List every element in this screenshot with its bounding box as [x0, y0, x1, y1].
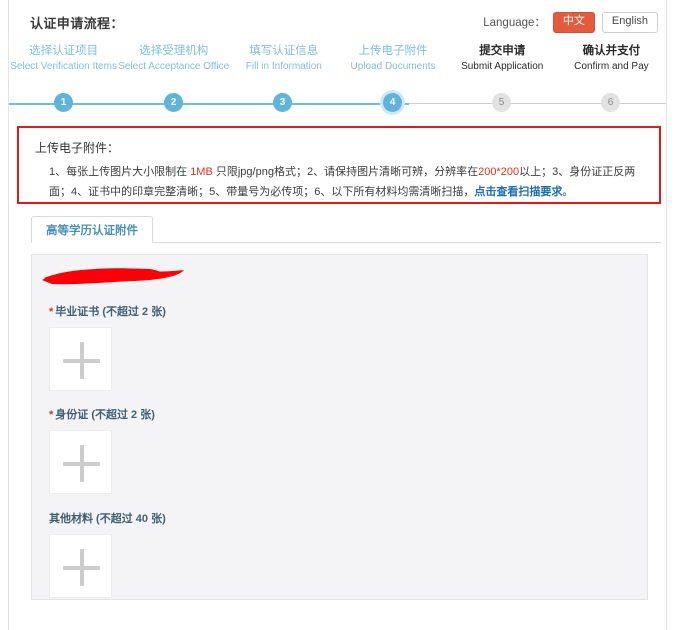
redaction-scribble [42, 268, 184, 285]
required-asterisk-diploma: * [49, 306, 54, 318]
step-6[interactable]: 确认并支付 Confirm and Pay [557, 44, 666, 74]
step-1-label-cn: 选择认证项目 [29, 45, 99, 57]
step-3[interactable]: 填写认证信息 Fill in Information [229, 44, 338, 74]
notice-title: 上传电子附件： [35, 141, 120, 155]
upload-field-id-card-text: 身份证 (不超过 2 张) [55, 409, 155, 421]
notice-seg-2: 只限jpg/png格式；2、请保持图片清晰可辨，分辨率在 [212, 166, 479, 178]
stepper-bullet-5[interactable]: 5 [492, 93, 511, 112]
step-4-label-en: Upload Documents [350, 61, 436, 72]
upload-field-id-card-label: * 身份证 (不超过 2 张) [49, 406, 155, 422]
upload-field-id-card: * 身份证 (不超过 2 张) [49, 406, 155, 494]
stepper-bullet-4[interactable]: 4 [383, 93, 402, 112]
upload-field-diploma-label: * 毕业证书 (不超过 2 张) [49, 303, 166, 319]
step-6-label-en: Confirm and Pay [574, 61, 649, 72]
page-right-rule [666, 0, 667, 630]
stepper-track: 1 2 3 4 5 6 [9, 93, 666, 113]
language-label: Language： [483, 17, 546, 30]
step-1-label-en: Select Verification Items [10, 61, 117, 72]
step-6-label-cn: 确认并支付 [582, 45, 641, 57]
scan-requirements-link[interactable]: 点击查看扫描要求 [474, 186, 562, 198]
step-3-label-en: Fill in Information [245, 61, 322, 72]
upload-panel: * 毕业证书 (不超过 2 张) * 身份证 (不超过 2 张) 其他材料 (不超过… [31, 254, 648, 600]
stepper-track-remaining [409, 103, 666, 104]
notice-seg-4: 。 [562, 186, 574, 198]
progress-stepper: 选择认证项目 Select Verification Items 选择受理机构 … [9, 44, 666, 113]
language-button-chinese[interactable]: 中文 [552, 12, 595, 33]
plus-icon-id-card-v [79, 445, 84, 482]
page-header: 认证申请流程： Language： 中文 English [9, 0, 666, 42]
upload-field-other-materials-label: 其他材料 (不超过 40 张) [49, 513, 166, 525]
step-5-label-en: Submit Application [461, 61, 544, 72]
step-1[interactable]: 选择认证项目 Select Verification Items [9, 44, 118, 74]
upload-field-other-materials: 其他材料 (不超过 40 张) [49, 510, 166, 598]
step-2-label-cn: 选择受理机构 [139, 45, 209, 57]
step-5[interactable]: 提交申请 Submit Application [448, 44, 557, 74]
page-root: 认证申请流程： Language： 中文 English 选择认证项目 Sele… [0, 0, 675, 630]
upload-box-diploma[interactable] [49, 327, 112, 391]
stepper-bullet-6[interactable]: 6 [601, 93, 620, 112]
notice-seg-resolution: 200*200 [478, 166, 520, 178]
upload-field-diploma: * 毕业证书 (不超过 2 张) [49, 303, 166, 391]
upload-field-diploma-text: 毕业证书 (不超过 2 张) [55, 306, 166, 318]
step-4-label-cn: 上传电子附件 [358, 45, 428, 57]
language-button-english[interactable]: English [601, 12, 658, 33]
notice-seg-1: 1、每张上传图片大小限制在 [49, 166, 191, 178]
attachment-tabs: 高等学历认证附件 [31, 216, 661, 243]
required-asterisk-id-card: * [49, 409, 54, 421]
notice-body: 1、每张上传图片大小限制在 1MB 只限jpg/png格式；2、请保持图片清晰可… [49, 162, 649, 202]
language-switcher: Language： 中文 English [483, 12, 658, 33]
plus-icon-other-v [79, 549, 84, 586]
page-title: 认证申请流程： [30, 16, 124, 31]
tab-higher-education-attachments[interactable]: 高等学历认证附件 [31, 216, 153, 243]
step-2-label-en: Select Acceptance Office [118, 61, 230, 72]
step-5-label-cn: 提交申请 [479, 45, 526, 57]
notice-seg-size-limit: 1MB [190, 166, 213, 178]
stepper-bullet-2[interactable]: 2 [164, 93, 183, 112]
upload-notice-box: 上传电子附件： 1、每张上传图片大小限制在 1MB 只限jpg/png格式；2、… [17, 126, 661, 204]
step-3-label-cn: 填写认证信息 [249, 45, 319, 57]
upload-box-other-materials[interactable] [49, 534, 112, 598]
stepper-bullet-1[interactable]: 1 [54, 93, 73, 112]
stepper-bullet-3[interactable]: 3 [273, 93, 292, 112]
step-4[interactable]: 上传电子附件 Upload Documents [338, 44, 447, 74]
plus-icon-diploma-v [79, 342, 84, 379]
stepper-labels-row: 选择认证项目 Select Verification Items 选择受理机构 … [9, 44, 666, 74]
step-2[interactable]: 选择受理机构 Select Acceptance Office [118, 44, 229, 74]
upload-box-id-card[interactable] [49, 430, 112, 494]
